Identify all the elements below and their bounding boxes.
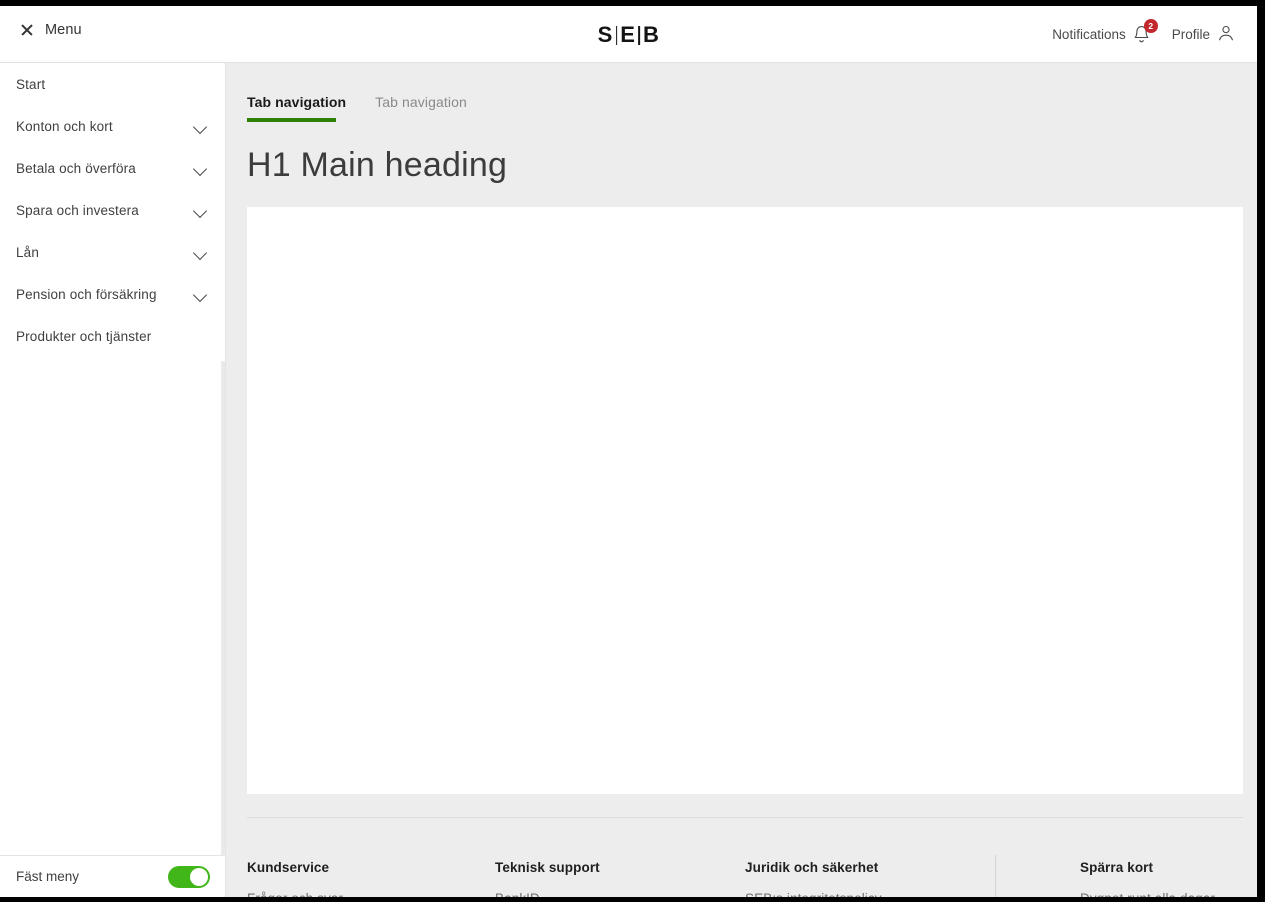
sidebar-navigation: Start Konton och kort Betala och överför… xyxy=(0,63,226,897)
footer-columns: Kundservice Frågor och svar Teknisk supp… xyxy=(247,855,1243,897)
footer-column-heading: Spärra kort xyxy=(1080,860,1154,875)
logo-divider-1 xyxy=(615,25,618,45)
bell-icon: 2 xyxy=(1133,19,1158,44)
sidebar-item-label: Betala och överföra xyxy=(16,160,136,176)
logo-letter-s: S xyxy=(597,22,613,47)
tab-label: Tab navigation xyxy=(375,94,467,110)
logo-letter-e: E xyxy=(620,22,636,47)
chevron-down-icon xyxy=(193,122,208,131)
sidebar-item-label: Pension och försäkring xyxy=(16,286,157,302)
pin-menu-toggle[interactable] xyxy=(168,865,210,888)
profile-button[interactable]: Profile xyxy=(1172,24,1235,45)
logo-divider-2 xyxy=(638,25,640,45)
sidebar-item-pension-och-forsakring[interactable]: Pension och försäkring xyxy=(0,273,226,315)
sidebar-item-betala-och-overfora[interactable]: Betala och överföra xyxy=(0,147,226,189)
content-card xyxy=(247,207,1243,794)
tab-navigation-1[interactable]: Tab navigation xyxy=(247,94,361,122)
sidebar-item-start[interactable]: Start xyxy=(0,63,226,105)
sidebar-item-spara-och-investera[interactable]: Spara och investera xyxy=(0,189,226,231)
footer-link-integritetspolicy[interactable]: SEB:s integritetspolicy xyxy=(745,891,995,897)
page-footer: Kundservice Frågor och svar Teknisk supp… xyxy=(247,817,1243,897)
footer-link-bankid[interactable]: BankID xyxy=(495,891,745,897)
user-icon xyxy=(1217,24,1235,45)
footer-link-fragor-och-svar[interactable]: Frågor och svar xyxy=(247,891,495,897)
profile-label: Profile xyxy=(1171,27,1210,42)
app-frame: Menu S E B Notifications 2 Profile Start… xyxy=(0,6,1257,897)
sidebar-item-label: Spara och investera xyxy=(16,202,139,218)
sidebar-scrollbar[interactable] xyxy=(221,361,225,855)
tab-label: Tab navigation xyxy=(247,94,347,110)
top-header: Menu S E B Notifications 2 Profile xyxy=(0,6,1257,63)
notifications-badge: 2 xyxy=(1143,19,1158,33)
page-title: H1 Main heading xyxy=(247,146,508,184)
menu-toggle-button[interactable]: Menu xyxy=(20,22,82,38)
footer-link-dygnet-runt[interactable]: Dygnet runt alla dagar xyxy=(1080,891,1243,897)
chevron-down-icon xyxy=(193,164,208,173)
sidebar-item-produkter-och-tjanster[interactable]: Produkter och tjänster xyxy=(0,315,226,357)
notifications-button[interactable]: Notifications 2 xyxy=(1052,19,1158,44)
footer-column-teknisk-support: Teknisk support BankID xyxy=(495,860,745,897)
main-content: Tab navigation Tab navigation H1 Main he… xyxy=(226,63,1257,897)
sidebar-scroll-area: Start Konton och kort Betala och överför… xyxy=(0,63,226,855)
footer-column-juridik-och-sakerhet: Juridik och säkerhet SEB:s integritetspo… xyxy=(745,860,995,897)
menu-toggle-label: Menu xyxy=(45,22,82,38)
footer-column-heading: Kundservice xyxy=(247,860,330,875)
sidebar-item-label: Start xyxy=(16,76,46,92)
footer-column-sparra-kort: Spärra kort Dygnet runt alla dagar xyxy=(995,855,1243,897)
sidebar-item-konton-och-kort[interactable]: Konton och kort xyxy=(0,105,226,147)
notifications-label: Notifications xyxy=(1052,27,1126,42)
header-actions: Notifications 2 Profile xyxy=(1052,19,1235,45)
chevron-down-icon xyxy=(193,290,208,299)
footer-column-heading: Juridik och säkerhet xyxy=(745,860,879,875)
chevron-down-icon xyxy=(193,206,208,215)
tab-navigation-2[interactable]: Tab navigation xyxy=(375,94,482,122)
sidebar-item-label: Konton och kort xyxy=(16,118,113,134)
sidebar-pin-row: Fäst meny xyxy=(0,855,225,897)
footer-column-kundservice: Kundservice Frågor och svar xyxy=(247,860,495,897)
sidebar-item-label: Lån xyxy=(16,244,39,260)
seb-logo[interactable]: S E B xyxy=(598,24,660,46)
chevron-down-icon xyxy=(193,248,208,257)
sidebar-item-lan[interactable]: Lån xyxy=(0,231,226,273)
logo-letter-b: B xyxy=(642,22,660,47)
tab-navigation: Tab navigation Tab navigation xyxy=(247,94,496,122)
close-x-icon xyxy=(20,23,34,37)
sidebar-item-label: Produkter och tjänster xyxy=(16,328,152,344)
footer-column-heading: Teknisk support xyxy=(495,860,600,875)
pin-menu-label: Fäst meny xyxy=(16,869,80,884)
toggle-knob xyxy=(190,867,208,886)
